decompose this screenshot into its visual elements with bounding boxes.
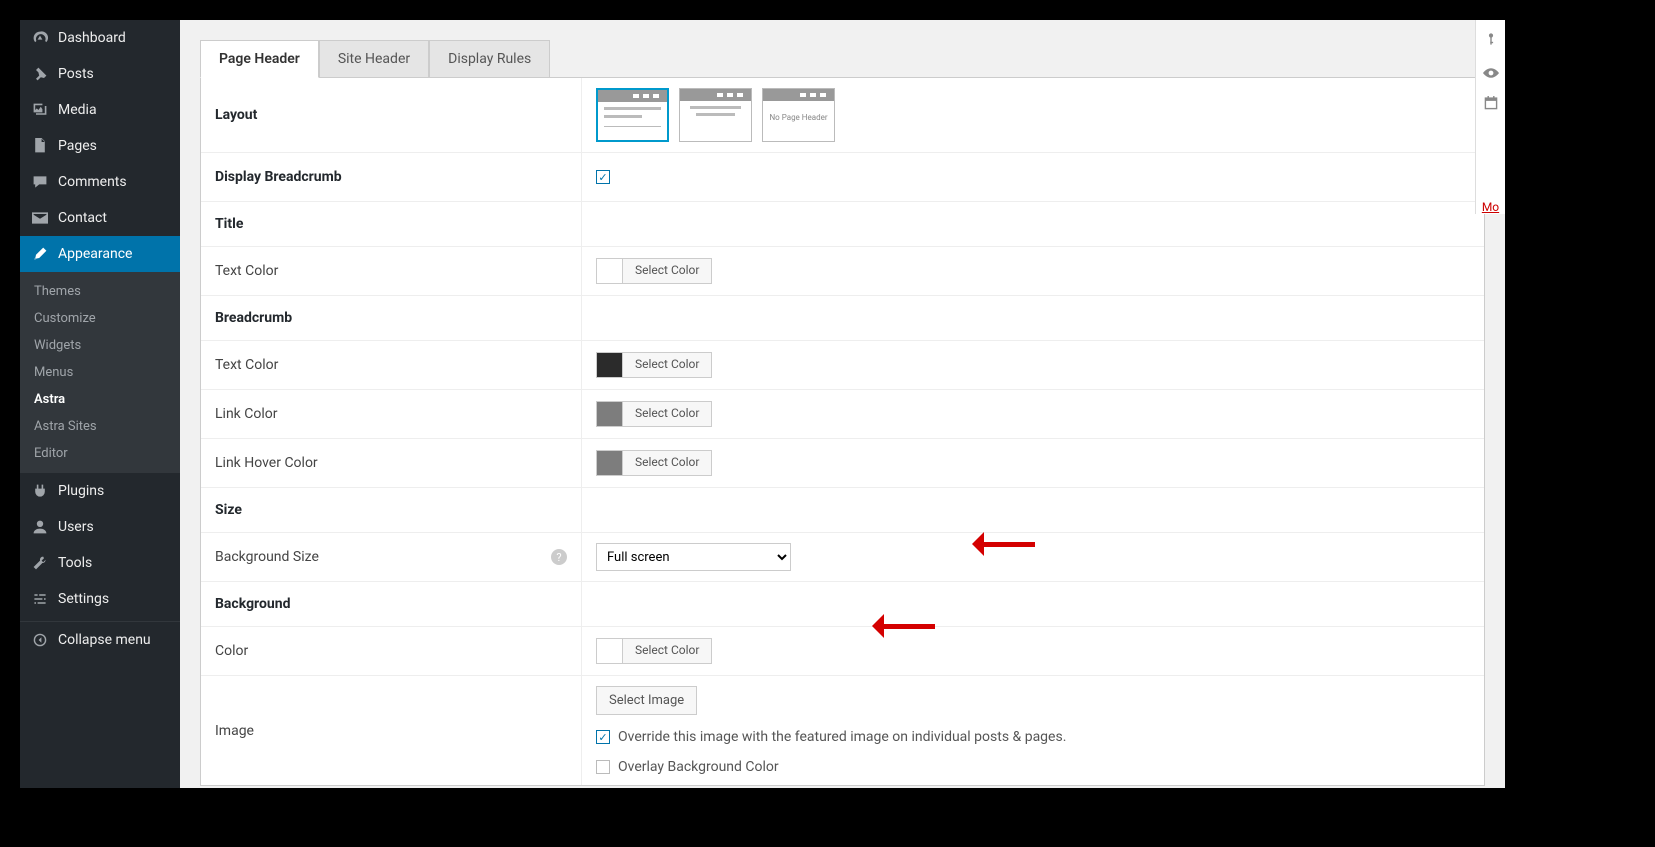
collapse-icon [30, 630, 50, 650]
media-icon [30, 100, 50, 120]
sidebar-item-comments[interactable]: Comments [20, 164, 180, 200]
color-picker-title-text[interactable]: Select Color [596, 258, 712, 284]
sliders-icon [30, 589, 50, 609]
submenu-astra-sites[interactable]: Astra Sites [20, 413, 180, 440]
layout-option-2[interactable] [679, 88, 752, 142]
swatch-icon [597, 259, 623, 283]
swatch-icon [597, 353, 623, 377]
swatch-icon [597, 451, 623, 475]
main-content: Page Header Site Header Display Rules La… [180, 20, 1505, 788]
more-link[interactable]: Mo [1482, 200, 1499, 214]
sidebar-item-label: Pages [58, 138, 97, 154]
sidebar-item-label: Settings [58, 591, 109, 607]
gauge-icon [30, 28, 50, 48]
sidebar-item-tools[interactable]: Tools [20, 545, 180, 581]
brush-icon [30, 244, 50, 264]
sidebar-item-pages[interactable]: Pages [20, 128, 180, 164]
sidebar-item-label: Users [58, 519, 94, 535]
select-image-button[interactable]: Select Image [596, 686, 697, 715]
layout-options: No Page Header [596, 88, 835, 142]
section-background: Background [201, 582, 581, 626]
layout-option-1[interactable] [596, 88, 669, 142]
layout-none-label: No Page Header [763, 101, 834, 122]
sidebar-item-label: Appearance [58, 246, 132, 262]
submenu-customize[interactable]: Customize [20, 305, 180, 332]
appearance-submenu: Themes Customize Widgets Menus Astra Ast… [20, 272, 180, 473]
page-icon [30, 136, 50, 156]
checkbox-display-breadcrumb[interactable]: ✓ [596, 170, 610, 184]
sidebar-item-label: Dashboard [58, 30, 126, 46]
sidebar-item-plugins[interactable]: Plugins [20, 473, 180, 509]
section-title: Title [201, 202, 581, 246]
select-color-label: Select Color [623, 639, 711, 663]
right-toolbar: Mo [1475, 20, 1505, 214]
sidebar-item-contact[interactable]: Contact [20, 200, 180, 236]
sidebar-item-label: Tools [58, 555, 92, 571]
calendar-icon[interactable] [1484, 96, 1498, 114]
checkbox-overlay-bg[interactable]: ✓ [596, 760, 610, 774]
submenu-widgets[interactable]: Widgets [20, 332, 180, 359]
label-image: Image [201, 676, 581, 785]
select-color-label: Select Color [623, 353, 711, 377]
sidebar-item-users[interactable]: Users [20, 509, 180, 545]
layout-option-none[interactable]: No Page Header [762, 88, 835, 142]
select-color-label: Select Color [623, 451, 711, 475]
submenu-editor[interactable]: Editor [20, 440, 180, 467]
label-bc-link-color: Link Color [201, 390, 581, 438]
sidebar-item-label: Plugins [58, 483, 104, 499]
label-bg-size: Background Size ? [201, 533, 581, 581]
swatch-icon [597, 402, 623, 426]
color-picker-bg-color[interactable]: Select Color [596, 638, 712, 664]
section-breadcrumb: Breadcrumb [201, 296, 581, 340]
select-bg-size[interactable]: Full screen [596, 543, 791, 571]
select-color-label: Select Color [623, 402, 711, 426]
help-icon[interactable]: ? [551, 549, 567, 565]
label-layout: Layout [201, 78, 581, 152]
sidebar-item-label: Media [58, 102, 97, 118]
pin-icon [30, 64, 50, 84]
user-icon [30, 517, 50, 537]
tab-display-rules[interactable]: Display Rules [429, 40, 550, 78]
sidebar-item-label: Collapse menu [58, 632, 151, 648]
label-bg-color: Color [201, 627, 581, 675]
submenu-themes[interactable]: Themes [20, 278, 180, 305]
sidebar-item-label: Comments [58, 174, 127, 190]
submenu-menus[interactable]: Menus [20, 359, 180, 386]
section-size: Size [201, 488, 581, 532]
sidebar-item-label: Contact [58, 210, 107, 226]
override-label: Override this image with the featured im… [618, 729, 1066, 745]
checkbox-override-image[interactable]: ✓ [596, 730, 610, 744]
sidebar-item-label: Posts [58, 66, 94, 82]
wrench-icon [30, 553, 50, 573]
submenu-astra[interactable]: Astra [20, 386, 180, 413]
sidebar-item-appearance[interactable]: Appearance [20, 236, 180, 272]
sidebar-collapse[interactable]: Collapse menu [20, 621, 180, 658]
tab-site-header[interactable]: Site Header [319, 40, 429, 78]
label-bc-link-hover: Link Hover Color [201, 439, 581, 487]
swatch-icon [597, 639, 623, 663]
sidebar-item-settings[interactable]: Settings [20, 581, 180, 617]
label-title-text-color: Text Color [201, 247, 581, 295]
select-color-label: Select Color [623, 259, 711, 283]
eye-icon[interactable] [1483, 64, 1499, 82]
sidebar-item-media[interactable]: Media [20, 92, 180, 128]
key-icon[interactable] [1484, 32, 1498, 50]
color-picker-bc-link-hover[interactable]: Select Color [596, 450, 712, 476]
settings-panel: Layout No Page Header [200, 78, 1485, 786]
overlay-label: Overlay Background Color [618, 759, 779, 775]
tabs: Page Header Site Header Display Rules [200, 40, 1485, 78]
color-picker-bc-link[interactable]: Select Color [596, 401, 712, 427]
admin-sidebar: Dashboard Posts Media Pages Comments [20, 20, 180, 788]
bg-size-text: Background Size [215, 549, 319, 565]
sidebar-item-posts[interactable]: Posts [20, 56, 180, 92]
tab-page-header[interactable]: Page Header [200, 40, 319, 78]
label-bc-text-color: Text Color [201, 341, 581, 389]
plugin-icon [30, 481, 50, 501]
sidebar-item-dashboard[interactable]: Dashboard [20, 20, 180, 56]
comment-icon [30, 172, 50, 192]
mail-icon [30, 208, 50, 228]
label-display-breadcrumb: Display Breadcrumb [201, 153, 581, 201]
color-picker-bc-text[interactable]: Select Color [596, 352, 712, 378]
